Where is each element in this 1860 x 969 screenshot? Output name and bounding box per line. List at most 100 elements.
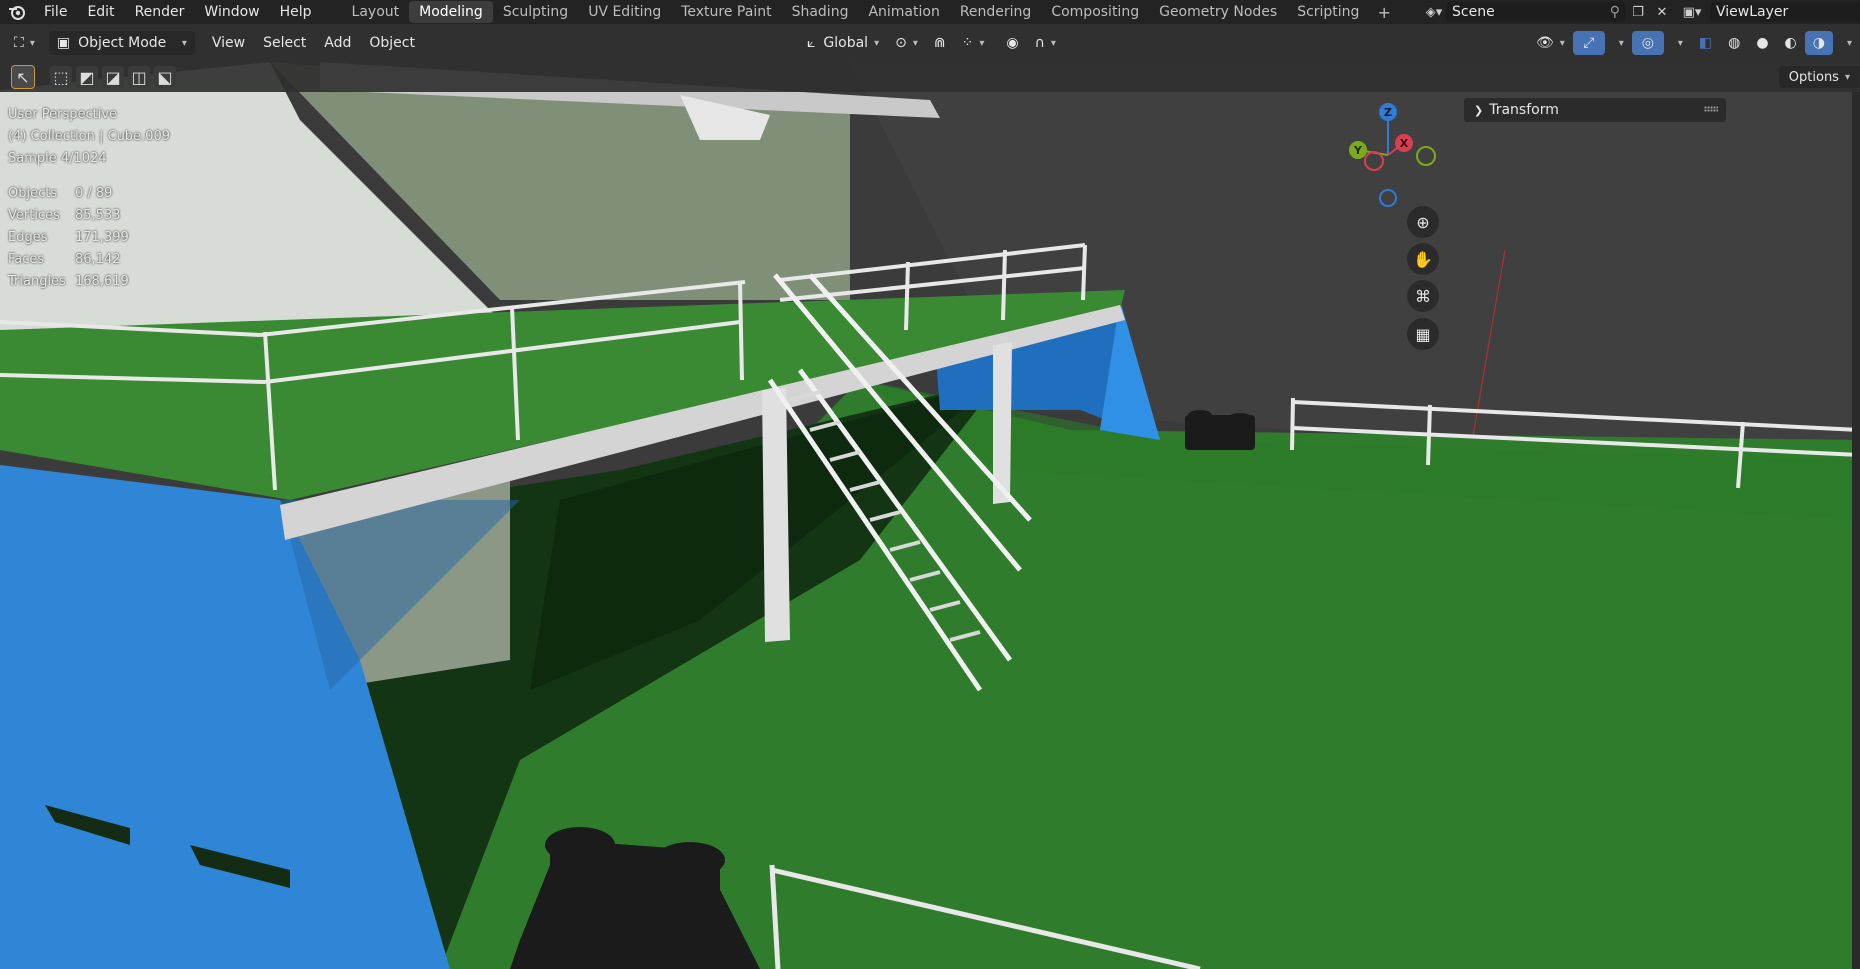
menu-object[interactable]: Object bbox=[360, 35, 424, 51]
transform-panel-label: Transform bbox=[1489, 102, 1559, 118]
view-layer-field[interactable]: ViewLayer bbox=[1710, 2, 1860, 22]
options-dropdown[interactable]: Options ▾ bbox=[1778, 66, 1860, 88]
axis-x-label: X bbox=[1400, 137, 1409, 150]
snap-dropdown[interactable]: ⁘ ▾ bbox=[954, 31, 993, 55]
chevron-right-icon: ❯ bbox=[1474, 103, 1484, 117]
material-shading-icon: ◐ bbox=[1784, 35, 1797, 51]
overlay-dropdown[interactable]: ▾ bbox=[1664, 31, 1691, 55]
tab-animation[interactable]: Animation bbox=[858, 1, 949, 23]
tab-rendering[interactable]: Rendering bbox=[950, 1, 1042, 23]
menu-view[interactable]: View bbox=[203, 35, 254, 51]
scene-stats: Objects 0 / 89 Vertices 85,533 Edges 171,39… bbox=[8, 183, 129, 293]
shading-material[interactable]: ◐ bbox=[1777, 31, 1805, 55]
blender-logo-icon[interactable] bbox=[8, 3, 26, 21]
orientation-dropdown[interactable]: ⟀ Global ▾ bbox=[799, 31, 887, 55]
close-icon[interactable]: ✕ bbox=[1650, 2, 1674, 22]
menu-help[interactable]: Help bbox=[270, 0, 322, 24]
menu-file[interactable]: File bbox=[34, 0, 77, 24]
tab-layout[interactable]: Layout bbox=[342, 1, 410, 23]
stat-row: Vertices 85,533 bbox=[8, 208, 121, 223]
overlay-toggle[interactable]: ◎ bbox=[1631, 31, 1664, 55]
menu-add[interactable]: Add bbox=[315, 35, 360, 51]
tab-uv-editing[interactable]: UV Editing bbox=[578, 1, 671, 23]
pivot-dropdown[interactable]: ⊙ ▾ bbox=[887, 31, 926, 55]
orientation-label: Global bbox=[823, 35, 869, 51]
tool-settings-row: ↖ ⬚ ◩ ◪ ◫ ⬕ Options ▾ bbox=[0, 62, 1860, 92]
select-box-extend-icon[interactable]: ◩ bbox=[76, 66, 98, 88]
xray-icon: ◧ bbox=[1698, 35, 1713, 51]
scene-icon[interactable]: ◈▾ bbox=[1422, 2, 1446, 22]
view-name: User Perspective bbox=[8, 107, 118, 122]
stat-row: Faces 86,142 bbox=[8, 252, 121, 267]
navigation-gizmo[interactable]: Z Y X bbox=[1336, 100, 1456, 210]
axis-y-label: Y bbox=[1353, 144, 1363, 157]
add-workspace-button[interactable]: + bbox=[1369, 3, 1398, 22]
xray-toggle[interactable]: ◧ bbox=[1691, 31, 1720, 55]
rendered-shading-icon: ◑ bbox=[1812, 35, 1825, 51]
viewport-header: ⛶ ▾ ▣ Object Mode ▾ View Select Add Objec… bbox=[0, 24, 1860, 62]
mode-dropdown[interactable]: ▣ Object Mode ▾ bbox=[48, 31, 195, 55]
shading-wireframe[interactable]: ◍ bbox=[1720, 31, 1748, 55]
select-box-intersect-icon[interactable]: ⬕ bbox=[154, 66, 176, 88]
hand-pan-icon[interactable]: ✋ bbox=[1407, 243, 1439, 275]
falloff-icon: ∩ bbox=[1034, 35, 1045, 51]
scene-field[interactable]: Scene ⚲ bbox=[1446, 2, 1626, 22]
menu-edit[interactable]: Edit bbox=[77, 0, 124, 24]
transform-panel-header[interactable]: ❯ Transform bbox=[1464, 98, 1726, 122]
snap-toggle[interactable]: ⋒ bbox=[926, 31, 954, 55]
ortho-grid-icon[interactable]: ▦ bbox=[1407, 318, 1439, 350]
snap-grid-icon: ⁘ bbox=[961, 35, 974, 51]
stat-row: Triangles 168,619 bbox=[8, 274, 129, 289]
editor-type-dropdown[interactable]: ⛶ ▾ bbox=[6, 31, 43, 55]
select-box-invert-icon[interactable]: ◫ bbox=[128, 66, 150, 88]
3d-viewport[interactable]: User Perspective (4) Collection | Cube.0… bbox=[0, 62, 1860, 969]
select-box-new-icon[interactable]: ⬚ bbox=[50, 66, 72, 88]
tab-compositing[interactable]: Compositing bbox=[1041, 1, 1149, 23]
shading-rendered[interactable]: ◑ bbox=[1804, 31, 1833, 55]
eye-icon: 👁 bbox=[1535, 35, 1554, 51]
visibility-dropdown[interactable]: 👁 ▾ bbox=[1528, 31, 1573, 55]
tab-scripting[interactable]: Scripting bbox=[1287, 1, 1369, 23]
tab-shading[interactable]: Shading bbox=[782, 1, 859, 23]
sample-label: Sample 4/1024 bbox=[8, 151, 107, 166]
shading-solid[interactable]: ● bbox=[1748, 31, 1776, 55]
falloff-dropdown[interactable]: ∩ ▾ bbox=[1027, 31, 1064, 55]
top-menu-bar: File Edit Render Window Help Layout Mode… bbox=[0, 0, 1860, 24]
pin-icon[interactable]: ⚲ bbox=[1610, 4, 1620, 20]
options-label: Options bbox=[1788, 69, 1839, 85]
stat-row: Objects 0 / 89 bbox=[8, 186, 113, 201]
overlay-icon: ◎ bbox=[1641, 35, 1654, 51]
tweak-tool-icon[interactable]: ↖ bbox=[11, 65, 35, 89]
axis-editor-icon: ⛶ bbox=[14, 35, 24, 51]
gizmo-toggle[interactable]: ⤢ bbox=[1572, 31, 1605, 55]
tab-geometry-nodes[interactable]: Geometry Nodes bbox=[1149, 1, 1287, 23]
proportional-toggle[interactable]: ◉ bbox=[998, 31, 1026, 55]
tab-sculpting[interactable]: Sculpting bbox=[493, 1, 578, 23]
menu-select[interactable]: Select bbox=[254, 35, 315, 51]
tab-texture-paint[interactable]: Texture Paint bbox=[671, 1, 781, 23]
view-layer-name: ViewLayer bbox=[1716, 4, 1789, 20]
collection-label: (4) Collection | Cube.009 bbox=[8, 129, 171, 144]
drag-handle-icon[interactable] bbox=[1704, 106, 1718, 112]
gizmo-icon: ⤢ bbox=[1583, 35, 1595, 51]
menu-window[interactable]: Window bbox=[194, 0, 269, 24]
sidebar-scrollbar[interactable] bbox=[1852, 92, 1860, 969]
tab-modeling[interactable]: Modeling bbox=[409, 1, 493, 23]
wireframe-shading-icon: ◍ bbox=[1728, 35, 1741, 51]
zoom-icon[interactable]: ⊕ bbox=[1407, 206, 1439, 238]
view-layer-icon[interactable]: ▣▾ bbox=[1674, 2, 1710, 22]
solid-shading-icon: ● bbox=[1756, 35, 1769, 51]
mode-label: Object Mode bbox=[78, 35, 167, 51]
axis-z-label: Z bbox=[1384, 106, 1392, 119]
proportional-icon: ◉ bbox=[1006, 35, 1019, 51]
viewport-info: User Perspective (4) Collection | Cube.0… bbox=[8, 104, 170, 170]
workspace-tabs: Layout Modeling Sculpting UV Editing Tex… bbox=[342, 0, 1399, 24]
new-scene-icon[interactable]: ❐ bbox=[1626, 2, 1650, 22]
stat-row: Edges 171,399 bbox=[8, 230, 129, 245]
select-box-subtract-icon[interactable]: ◪ bbox=[102, 66, 124, 88]
camera-icon[interactable]: ⌘ bbox=[1407, 280, 1439, 312]
transform-orientation-icon: ⟀ bbox=[807, 35, 816, 51]
shading-dropdown[interactable]: ▾ bbox=[1833, 31, 1860, 55]
gizmo-dropdown[interactable]: ▾ bbox=[1605, 31, 1632, 55]
menu-render[interactable]: Render bbox=[125, 0, 195, 24]
